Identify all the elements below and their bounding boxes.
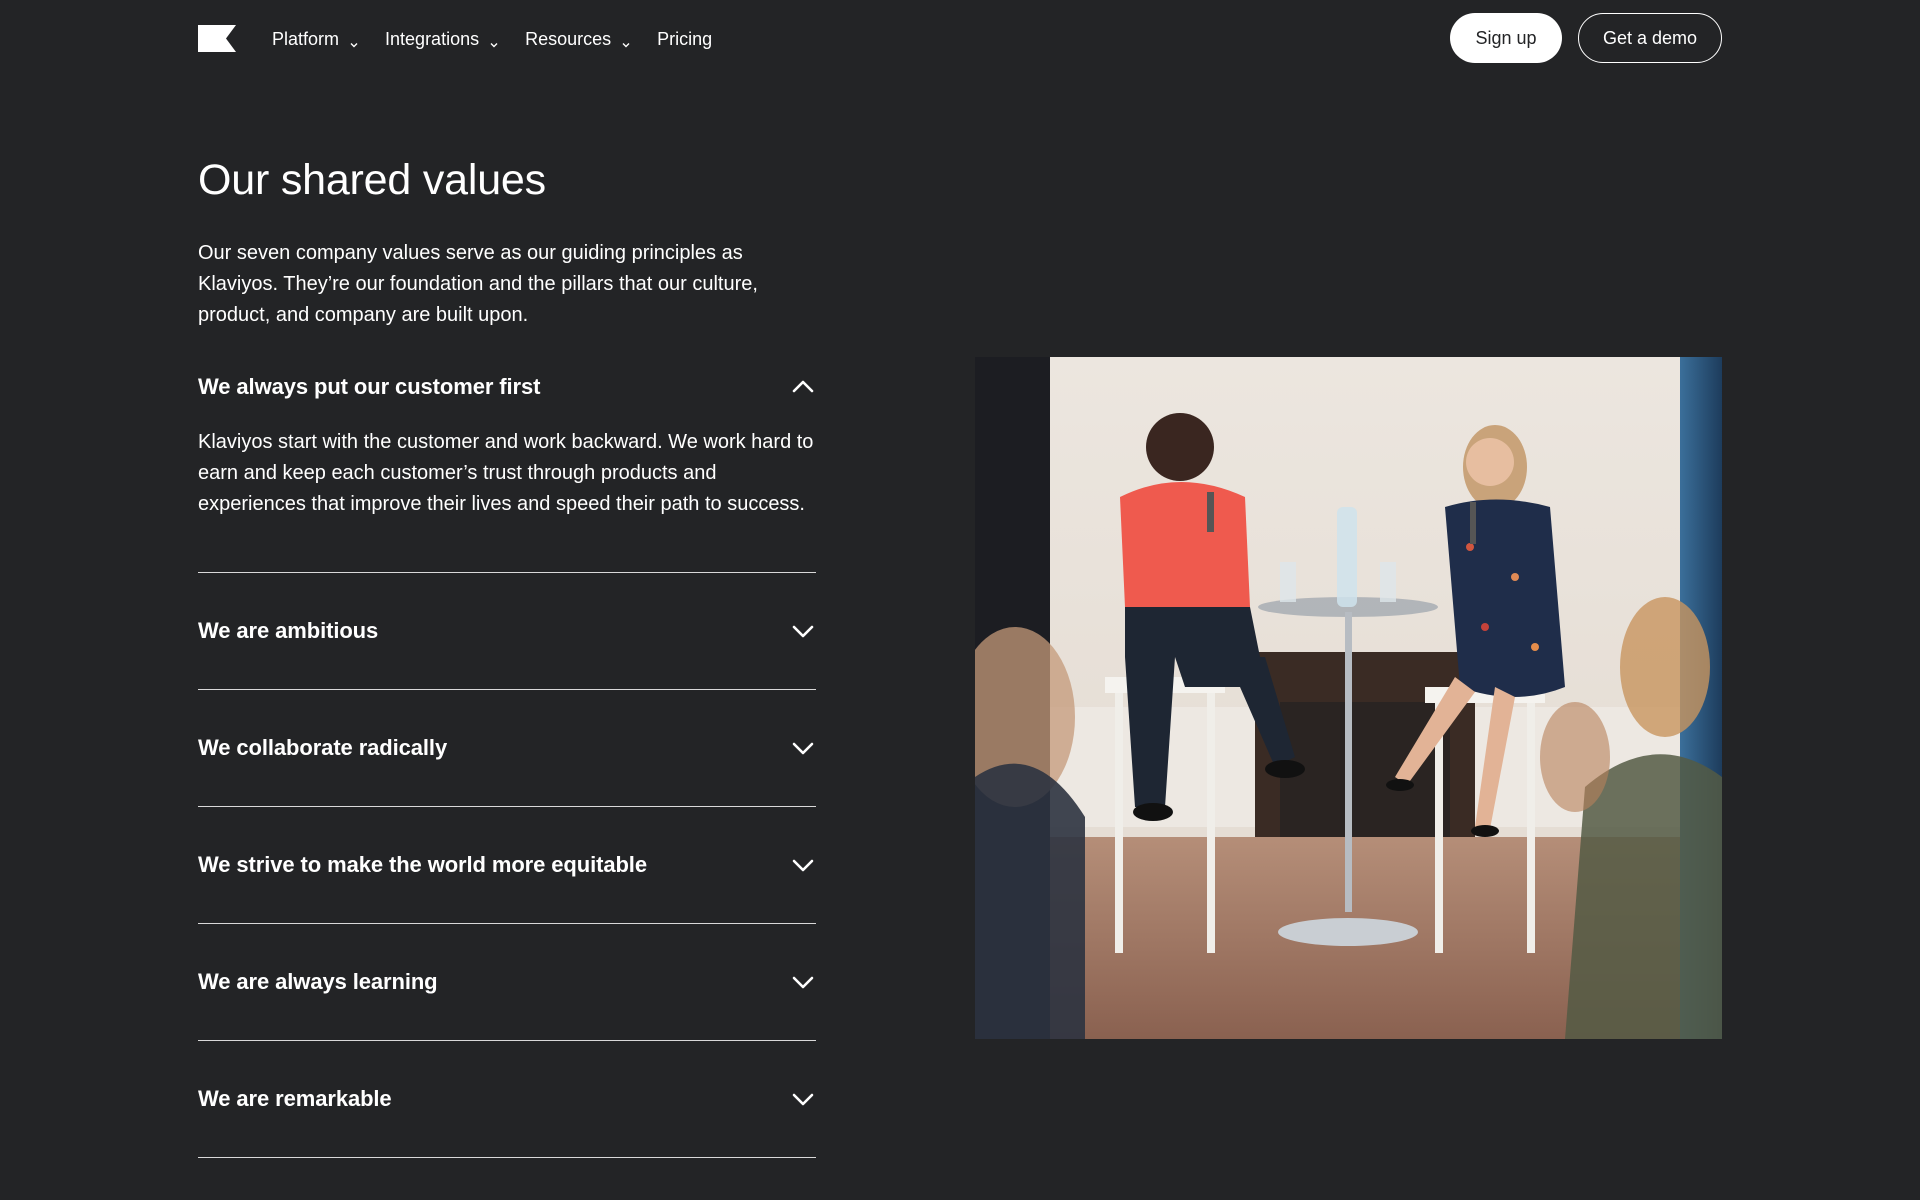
accordion-item: We strive to make the world more equitab… xyxy=(198,807,816,924)
accordion-item: We always put our customer first Klaviyo… xyxy=(198,361,816,573)
nav-item-platform[interactable]: Platform xyxy=(272,29,359,50)
accordion-title: We are ambitious xyxy=(198,618,379,643)
accordion-item: We are ambitious xyxy=(198,573,816,690)
accordion-title: We collaborate radically xyxy=(198,735,448,760)
accordion-item: We are remarkable xyxy=(198,1041,816,1158)
accordion-header-customer-first[interactable]: We always put our customer first xyxy=(198,361,816,417)
accordion-title: We strive to make the world more equitab… xyxy=(198,852,647,877)
values-accordion: We always put our customer first Klaviyo… xyxy=(198,361,816,1158)
accordion-title: We always put our customer first xyxy=(198,374,541,399)
accordion-body: Klaviyos start with the customer and wor… xyxy=(198,431,814,515)
nav-item-resources[interactable]: Resources xyxy=(525,29,631,50)
chevron-down-icon xyxy=(621,34,631,48)
accordion-title: We are remarkable xyxy=(198,1086,392,1111)
accordion-item: We collaborate radically xyxy=(198,690,816,807)
nav-item-label: Resources xyxy=(525,28,612,49)
shared-values-section: Our shared values Our seven company valu… xyxy=(198,150,816,1158)
chevron-down-icon[interactable] xyxy=(790,1086,816,1112)
top-nav: Platform Integrations Resources Pricing … xyxy=(0,0,1920,78)
get-a-demo-button[interactable]: Get a demo xyxy=(1578,13,1722,63)
chevron-down-icon xyxy=(349,34,359,48)
nav-item-label: Pricing xyxy=(657,28,713,49)
accordion-header-ambitious[interactable]: We are ambitious xyxy=(198,573,816,689)
accordion-item: We are always learning xyxy=(198,924,816,1041)
panel-discussion-photo xyxy=(975,357,1722,1039)
accordion-header-learning[interactable]: We are always learning xyxy=(198,924,816,1040)
accordion-header-equitable[interactable]: We strive to make the world more equitab… xyxy=(198,807,816,923)
chevron-down-icon[interactable] xyxy=(790,852,816,878)
section-intro: Our seven company values serve as our gu… xyxy=(198,242,758,326)
section-heading: Our shared values xyxy=(198,156,546,204)
nav-item-pricing[interactable]: Pricing xyxy=(657,29,712,50)
sign-up-button[interactable]: Sign up xyxy=(1450,13,1562,63)
nav-item-label: Integrations xyxy=(385,28,480,49)
accordion-title: We are always learning xyxy=(198,969,438,994)
chevron-down-icon xyxy=(489,34,499,48)
primary-nav: Platform Integrations Resources Pricing xyxy=(272,26,738,52)
chevron-down-icon[interactable] xyxy=(790,735,816,761)
accordion-header-remarkable[interactable]: We are remarkable xyxy=(198,1041,816,1157)
chevron-down-icon[interactable] xyxy=(790,969,816,995)
klaviyo-logo-icon[interactable] xyxy=(198,25,236,52)
chevron-up-icon[interactable] xyxy=(790,374,816,400)
nav-item-integrations[interactable]: Integrations xyxy=(385,29,499,50)
nav-item-label: Platform xyxy=(272,28,340,49)
chevron-down-icon[interactable] xyxy=(790,618,816,644)
accordion-header-collaborate[interactable]: We collaborate radically xyxy=(198,690,816,806)
